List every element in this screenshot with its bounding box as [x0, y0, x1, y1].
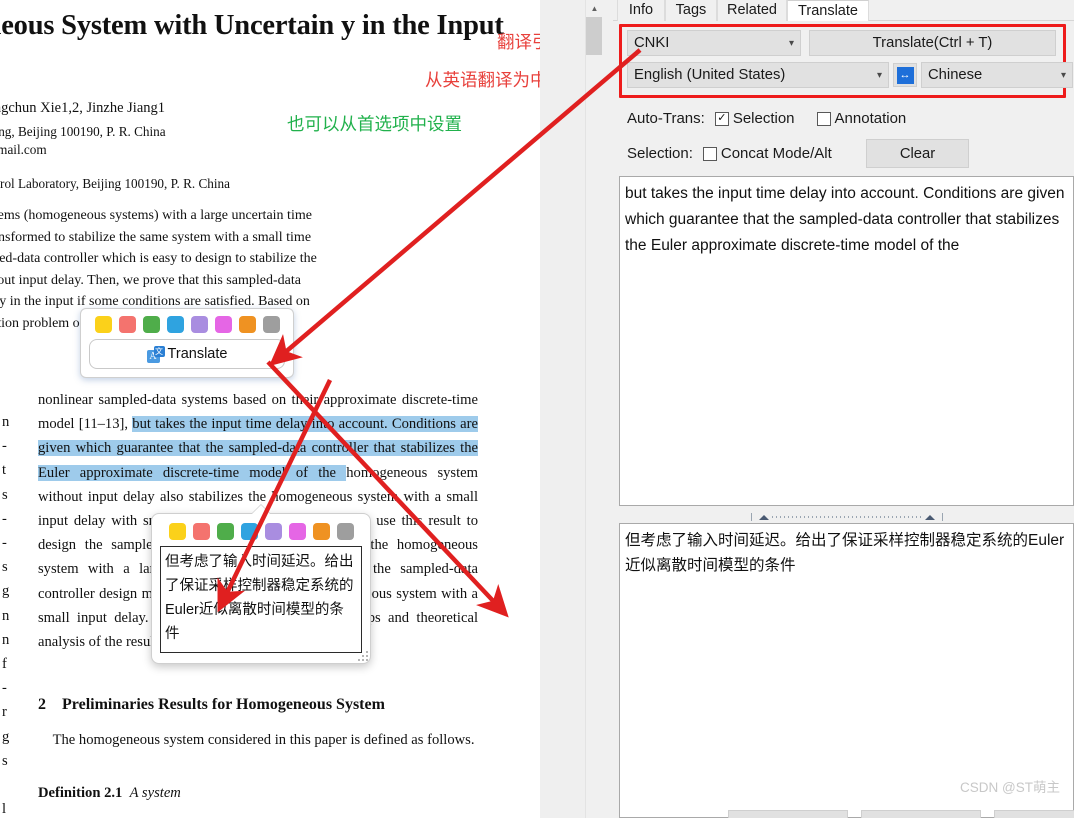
pdf-vertical-scrollbar[interactable]: ▲ — [585, 0, 603, 818]
definition-text: A system — [129, 785, 181, 801]
splitter-bar-right — [941, 513, 943, 521]
splitter-bar-left — [750, 513, 752, 521]
selection-row: Selection: Concat Mode/Alt — [627, 145, 832, 162]
textarea-splitter[interactable] — [619, 511, 1074, 523]
paragraph-2-text: The homogeneous system considered in thi… — [52, 732, 475, 748]
google-translate-icon: A 文 — [146, 345, 166, 363]
swatch-yellow[interactable] — [94, 316, 112, 333]
auto-trans-annotation-checkbox[interactable] — [816, 111, 831, 126]
tab-translate[interactable]: Translate — [787, 0, 869, 21]
swatch-green[interactable] — [142, 316, 160, 333]
tooltip-swatch-magenta[interactable] — [288, 523, 306, 540]
translate-icon-glyph: 文 — [153, 345, 165, 357]
tooltip-swatch-blue[interactable] — [240, 523, 258, 540]
document-title: ogeneous System with Uncertain y in the … — [0, 10, 504, 41]
source-language-select[interactable]: English (United States) ▾ — [627, 62, 889, 88]
concat-mode-checkbox[interactable] — [702, 146, 717, 161]
side-panel-tabbar[interactable]: Info Tags Related Translate — [613, 0, 1074, 21]
swatch-magenta[interactable] — [214, 316, 232, 333]
chevron-down-icon: ▾ — [1060, 69, 1066, 81]
tooltip-swatch-green[interactable] — [216, 523, 234, 540]
tab-tags[interactable]: Tags — [665, 0, 717, 21]
tooltip-swatch-gray[interactable] — [336, 523, 354, 540]
previous-column-fragment: n - t s - - s g n n f - r g s l — [2, 414, 10, 818]
result-text-area[interactable]: 但考虑了输入时间延迟。给出了保证采样控制器稳定系统的Euler近似离散时间模型的… — [619, 523, 1074, 818]
swatch-orange[interactable] — [238, 316, 256, 333]
tab-related-label: Related — [727, 2, 777, 18]
popup-translate-button[interactable]: A 文 Translate — [89, 339, 285, 369]
tooltip-swatch-yellow[interactable] — [168, 523, 186, 540]
tab-info[interactable]: Info — [617, 0, 665, 21]
tooltip-color-swatches[interactable] — [160, 523, 362, 540]
document-definition: Definition 2.1 A system — [38, 785, 478, 802]
swatch-gray[interactable] — [262, 316, 280, 333]
section-title: Preliminaries Results for Homogeneous Sy… — [62, 696, 385, 713]
translation-tooltip[interactable]: 但考虑了输入时间延迟。给出了保证采样控制器稳定系统的Euler近似离散时间模型的… — [151, 513, 371, 664]
bottom-button-1[interactable] — [728, 810, 848, 818]
auto-trans-selection-label: Selection — [732, 110, 795, 127]
tab-related[interactable]: Related — [717, 0, 787, 21]
splitter-dots — [771, 514, 922, 520]
source-text-area[interactable]: but takes the input time delay into acco… — [619, 176, 1074, 506]
document-section-heading: 2 Preliminaries Results for Homogeneous S… — [38, 696, 488, 714]
translate-engine-value: CNKI — [634, 35, 670, 51]
clear-button[interactable]: Clear — [866, 139, 969, 168]
swap-arrows-icon: ↔ — [896, 66, 914, 84]
translate-button[interactable]: Translate(Ctrl + T) — [809, 30, 1056, 56]
scroll-up-arrow-icon[interactable]: ▲ — [586, 0, 603, 17]
bottom-button-3[interactable] — [994, 810, 1074, 818]
tab-info-label: Info — [628, 2, 654, 18]
selection-label: Selection: — [627, 145, 693, 162]
document-paragraph-2: The homogeneous system considered in thi… — [38, 728, 478, 752]
selection-action-popup[interactable]: A 文 Translate — [80, 308, 294, 378]
auto-trans-annotation-label: Annotation — [834, 110, 907, 127]
tooltip-translation-text: 但考虑了输入时间延迟。给出了保证采样控制器稳定系统的Euler近似离散时间模型的… — [160, 546, 362, 653]
resize-grip-icon[interactable] — [358, 651, 368, 661]
tooltip-bubble: 但考虑了输入时间延迟。给出了保证采样控制器稳定系统的Euler近似离散时间模型的… — [151, 513, 371, 664]
chevron-down-icon: ▾ — [876, 69, 882, 81]
source-language-value: English (United States) — [634, 67, 786, 83]
auto-trans-selection-checkbox[interactable]: ✓ — [714, 111, 729, 126]
pdf-page-gap — [540, 0, 585, 818]
tooltip-swatch-purple[interactable] — [264, 523, 282, 540]
definition-label: Definition 2.1 — [38, 785, 123, 801]
tooltip-swatch-orange[interactable] — [312, 523, 330, 540]
section-number: 2 — [38, 696, 46, 713]
pdf-document-pane[interactable]: ogeneous System with Uncertain y in the … — [0, 0, 585, 818]
swap-languages-button[interactable]: ↔ — [893, 63, 917, 87]
checkmark-icon: ✓ — [717, 112, 727, 124]
auto-trans-label: Auto-Trans: — [627, 110, 705, 127]
pane-splitter[interactable] — [602, 0, 613, 818]
translate-engine-select[interactable]: CNKI ▾ — [627, 30, 801, 56]
highlight-color-swatches[interactable] — [89, 316, 285, 333]
annotation-preferences-hint: 也可以从首选项中设置 — [287, 114, 462, 134]
chevron-down-icon: ▾ — [788, 37, 794, 49]
splitter-grip-right-icon — [924, 514, 935, 520]
swatch-blue[interactable] — [166, 316, 184, 333]
csdn-watermark: CSDN @ST萌主 — [960, 780, 1060, 795]
translate-side-panel: Info Tags Related Translate CNKI ▾ Trans — [613, 0, 1074, 818]
scrollbar-thumb[interactable] — [586, 17, 603, 55]
splitter-grip-left-icon — [758, 514, 769, 520]
target-language-select[interactable]: Chinese ▾ — [921, 62, 1073, 88]
authors-text: ,2, Yongchun Xie1,2, Jinzhe Jiang1 — [0, 100, 166, 116]
concat-mode-label: Concat Mode/Alt — [720, 145, 832, 162]
affiliation-line-2: hy@hotmail.com — [0, 142, 47, 157]
tooltip-swatch-red[interactable] — [192, 523, 210, 540]
bottom-button-2[interactable] — [861, 810, 981, 818]
translate-button-label: Translate(Ctrl + T) — [872, 35, 993, 51]
auto-trans-row: Auto-Trans: ✓ Selection Annotation — [627, 110, 906, 127]
target-language-value: Chinese — [928, 67, 983, 83]
tab-tags-label: Tags — [675, 2, 707, 18]
swatch-red[interactable] — [118, 316, 136, 333]
affiliation-line-3: ent Control Laboratory, Beijing 100190, … — [0, 176, 230, 191]
swatch-purple[interactable] — [190, 316, 208, 333]
clear-button-label: Clear — [899, 145, 936, 162]
popup-translate-label: Translate — [167, 346, 228, 362]
app-window: ogeneous System with Uncertain y in the … — [0, 0, 1074, 818]
translate-panel-body: CNKI ▾ Translate(Ctrl + T) English (Unit… — [613, 21, 1074, 818]
tab-translate-label: Translate — [798, 3, 858, 19]
